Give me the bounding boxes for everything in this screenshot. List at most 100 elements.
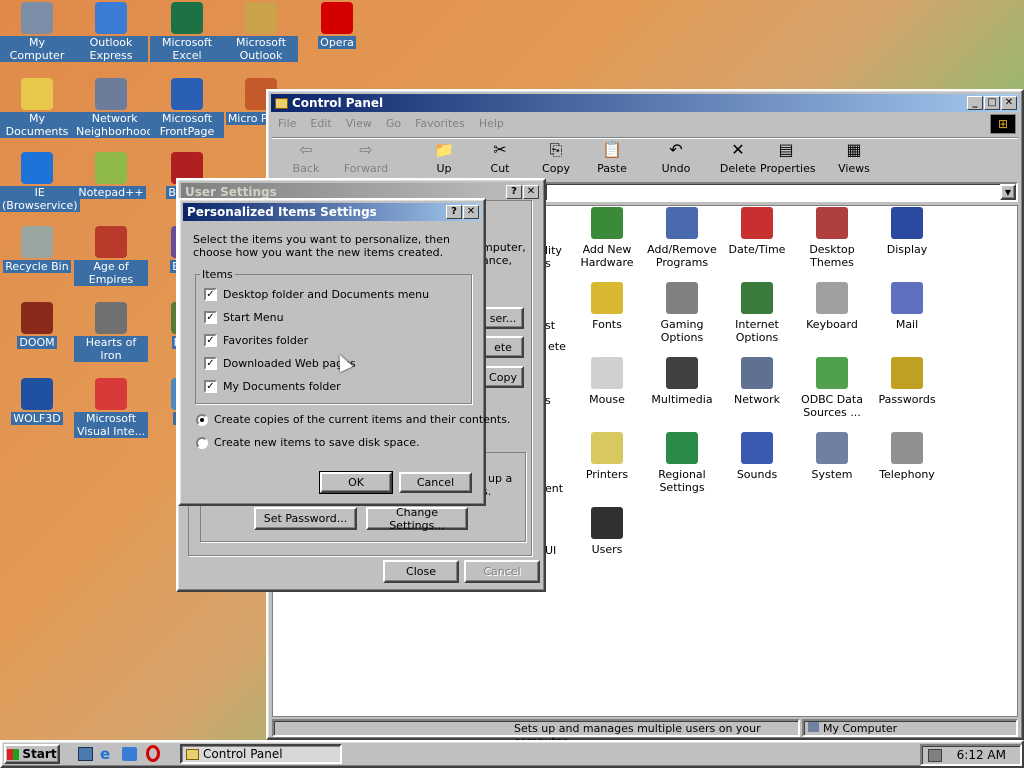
desktop-icon[interactable]: Hearts of Iron: [74, 302, 148, 362]
create-new-option[interactable]: Create new items to save disk space.: [196, 436, 420, 449]
copy-button[interactable]: Copy: [482, 366, 524, 388]
desktop-icon[interactable]: Network Neighborhood: [74, 78, 156, 138]
outlook-express-icon[interactable]: [122, 747, 137, 761]
minimize-button[interactable]: _: [967, 96, 983, 110]
ok-button[interactable]: OK: [319, 471, 393, 494]
menu-item[interactable]: View: [346, 117, 372, 130]
desktop-icon[interactable]: Microsoft Outlook: [224, 2, 298, 62]
toolbar-button[interactable]: ⇨ Forward: [340, 140, 392, 175]
control-panel-item[interactable]: Gaming Options: [644, 282, 720, 344]
control-panel-item[interactable]: Passwords: [869, 357, 945, 406]
control-panel-item[interactable]: Fonts: [569, 282, 645, 331]
help-button[interactable]: ?: [506, 185, 522, 199]
menu-item[interactable]: File: [278, 117, 296, 130]
toolbar-button[interactable]: 📋 Paste: [586, 140, 638, 175]
control-panel-item[interactable]: Add/Remove Programs: [644, 207, 720, 269]
control-panel-item[interactable]: Mouse: [569, 357, 645, 406]
control-panel-item[interactable]: System: [794, 432, 870, 481]
control-panel-item[interactable]: Display: [869, 207, 945, 256]
partial-item-label: ent: [545, 482, 564, 495]
cancel-dialog-button[interactable]: Cancel: [464, 560, 540, 583]
desktop-icon[interactable]: Recycle Bin: [0, 226, 74, 273]
control-panel-item[interactable]: Users: [569, 507, 645, 556]
control-panel-item[interactable]: Mail: [869, 282, 945, 331]
desktop-icon[interactable]: DOOM: [0, 302, 74, 349]
desktop-icon[interactable]: IE (Browservice): [0, 152, 80, 212]
close-button[interactable]: ✕: [463, 205, 479, 219]
set-password-button[interactable]: Set Password...: [254, 507, 357, 530]
desktop-icon[interactable]: Microsoft Visual Inte...: [74, 378, 148, 438]
control-panel-item[interactable]: Date/Time: [719, 207, 795, 256]
checkbox[interactable]: ✓: [204, 380, 217, 393]
opera-icon[interactable]: [146, 745, 160, 762]
start-button[interactable]: Start: [4, 744, 60, 764]
control-panel-titlebar[interactable]: Control Panel _ □ ✕: [271, 94, 1019, 112]
personalize-item-checkbox[interactable]: ✓ Desktop folder and Documents menu: [204, 288, 429, 301]
control-panel-item[interactable]: Multimedia: [644, 357, 720, 406]
close-button[interactable]: ✕: [1001, 96, 1017, 110]
checkbox[interactable]: ✓: [204, 311, 217, 324]
desktop-icon[interactable]: Outlook Express: [74, 2, 148, 62]
control-panel-item[interactable]: Printers: [569, 432, 645, 481]
clock[interactable]: 6:12 AM: [957, 748, 1006, 762]
menu-item[interactable]: Favorites: [415, 117, 465, 130]
status-bar-right: My Computer: [802, 719, 1018, 737]
menu-item[interactable]: Go: [386, 117, 401, 130]
checkbox[interactable]: ✓: [204, 334, 217, 347]
new-user-button[interactable]: ser...: [482, 307, 524, 329]
control-panel-item[interactable]: Add New Hardware: [569, 207, 645, 269]
radio-unselected[interactable]: [196, 436, 208, 449]
show-desktop-icon[interactable]: [78, 747, 93, 761]
help-button[interactable]: ?: [446, 205, 462, 219]
create-copies-option[interactable]: Create copies of the current items and t…: [196, 413, 510, 426]
control-panel-item[interactable]: Internet Options: [719, 282, 795, 344]
address-bar[interactable]: ▼: [544, 182, 1018, 202]
checkbox[interactable]: ✓: [204, 357, 217, 370]
control-panel-item[interactable]: Network: [719, 357, 795, 406]
close-dialog-button[interactable]: Close: [383, 560, 459, 583]
address-dropdown-button[interactable]: ▼: [1000, 184, 1016, 200]
toolbar-icon: ⇦: [299, 140, 313, 159]
item-icon: [741, 282, 773, 314]
menu-item[interactable]: Edit: [310, 117, 331, 130]
desktop-icon[interactable]: Age of Empires: [74, 226, 148, 286]
control-panel-item[interactable]: Telephony: [869, 432, 945, 481]
control-panel-item[interactable]: Regional Settings: [644, 432, 720, 494]
control-panel-item[interactable]: Keyboard: [794, 282, 870, 331]
personalized-titlebar[interactable]: Personalized Items Settings ? ✕: [183, 203, 481, 221]
taskbar-control-panel[interactable]: Control Panel: [180, 744, 342, 764]
personalize-item-checkbox[interactable]: ✓ Favorites folder: [204, 334, 308, 347]
internet-explorer-icon[interactable]: e: [100, 746, 116, 762]
toolbar-button[interactable]: ↶ Undo: [650, 140, 702, 175]
close-button[interactable]: ✕: [523, 185, 539, 199]
desktop-icon[interactable]: WOLF3D: [0, 378, 74, 425]
toolbar-button[interactable]: ▤ Properties: [760, 140, 816, 175]
toolbar-button[interactable]: ▦ Views: [828, 140, 880, 175]
control-panel-item[interactable]: Sounds: [719, 432, 795, 481]
desktop-icon[interactable]: Microsoft FrontPage: [150, 78, 224, 138]
toolbar-button[interactable]: 📁 Up: [418, 140, 470, 175]
delete-button[interactable]: ete: [482, 336, 524, 358]
toolbar-button[interactable]: ⇦ Back: [280, 140, 332, 175]
desktop-icon[interactable]: My Documents: [0, 78, 74, 138]
personalize-item-checkbox[interactable]: ✓ My Documents folder: [204, 380, 341, 393]
radio-selected[interactable]: [196, 413, 208, 426]
tray-icon[interactable]: [928, 749, 942, 762]
desktop-icon-label: Microsoft Outlook: [224, 36, 298, 62]
desktop-icon[interactable]: Opera: [300, 2, 374, 49]
toolbar-button[interactable]: ✕ Delete: [712, 140, 764, 175]
desktop-icon[interactable]: My Computer: [0, 2, 74, 62]
personalize-item-checkbox[interactable]: ✓ Start Menu: [204, 311, 284, 324]
desktop-icon[interactable]: Microsoft Excel: [150, 2, 224, 62]
change-settings-button[interactable]: Change Settings...: [366, 506, 468, 532]
toolbar-label: Undo: [661, 162, 691, 175]
toolbar-button[interactable]: ⎘ Copy: [530, 140, 582, 175]
toolbar-button[interactable]: ✂ Cut: [474, 140, 526, 175]
menu-item[interactable]: Help: [479, 117, 504, 130]
control-panel-item[interactable]: ODBC Data Sources ...: [794, 357, 870, 419]
maximize-button[interactable]: □: [984, 96, 1000, 110]
control-panel-item[interactable]: Desktop Themes: [794, 207, 870, 269]
checkbox[interactable]: ✓: [204, 288, 217, 301]
desktop-icon[interactable]: Notepad++: [74, 152, 148, 199]
cancel-button[interactable]: Cancel: [399, 472, 472, 493]
